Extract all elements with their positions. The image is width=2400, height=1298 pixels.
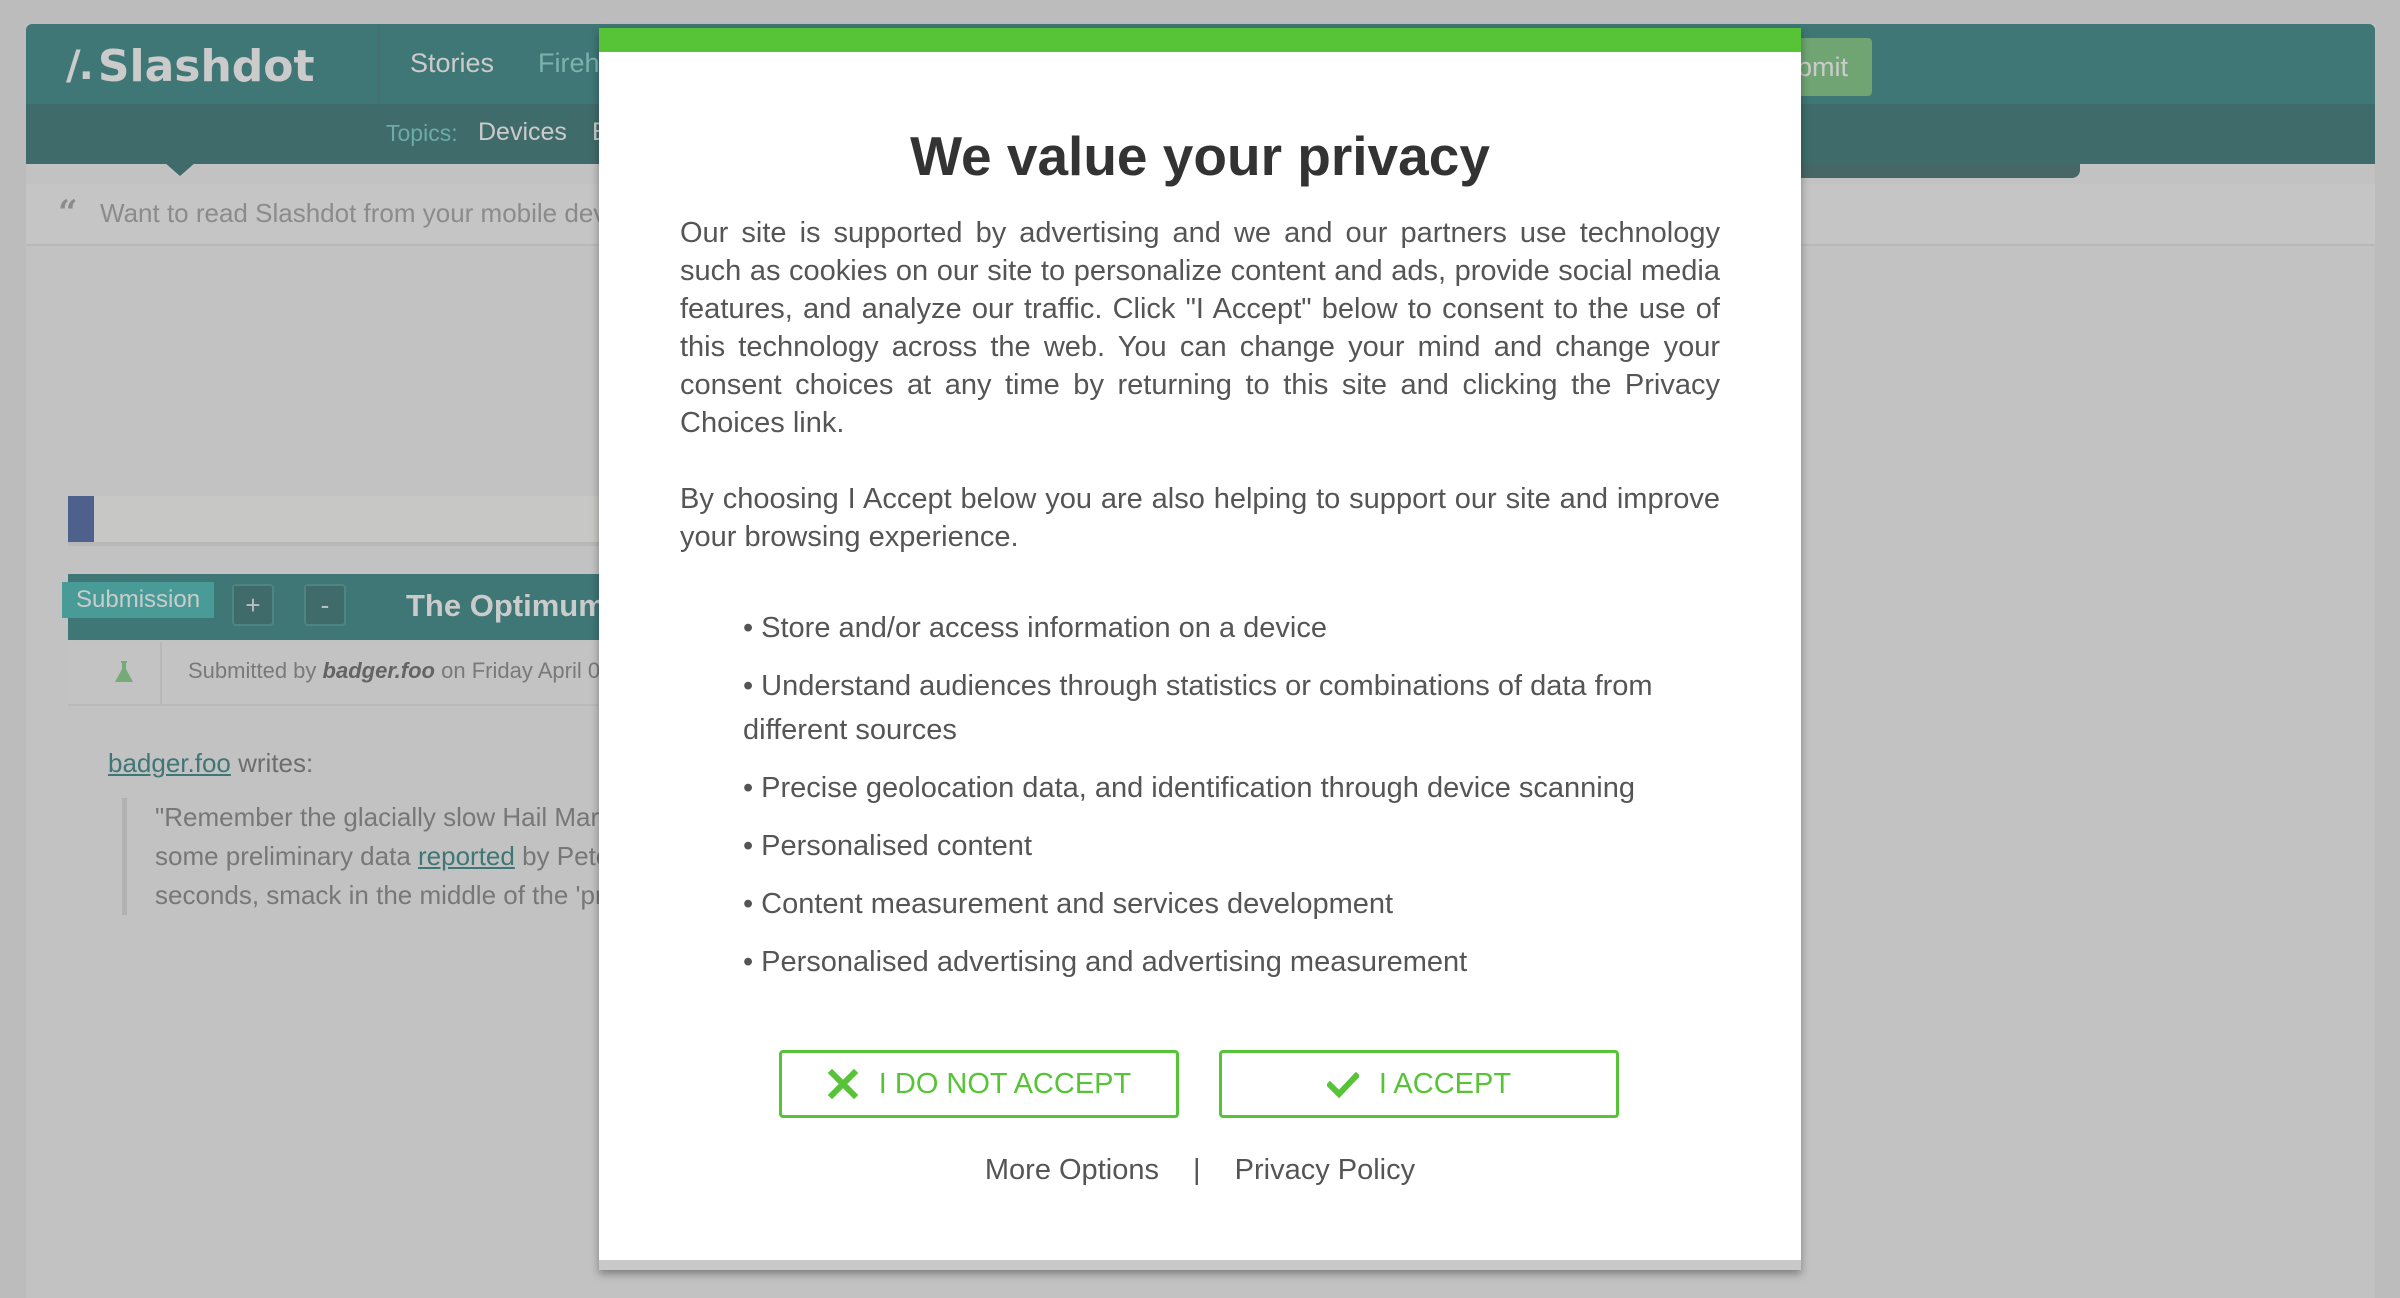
consent-paragraph: Our site is supported by advertising and… (680, 217, 1720, 439)
link-separator: | (1193, 1154, 1201, 1186)
dialog-footer: More Options | Privacy Policy (599, 1154, 1801, 1187)
reject-button[interactable]: I DO NOT ACCEPT (779, 1050, 1179, 1118)
accept-label: I ACCEPT (1378, 1067, 1512, 1100)
consent-paragraph: By choosing I Accept below you are also … (680, 483, 1720, 553)
purpose-item: • Understand audiences through statistics… (743, 670, 1653, 746)
privacy-consent-dialog: We value your privacy Our site is suppor… (599, 28, 1801, 1270)
checkmark-icon (1326, 1071, 1359, 1099)
privacy-policy-link[interactable]: Privacy Policy (1235, 1154, 1416, 1186)
purpose-item: • Precise geolocation data, and identific… (743, 772, 1635, 804)
more-options-link[interactable]: More Options (985, 1154, 1159, 1186)
close-icon (827, 1068, 859, 1100)
dialog-body: Our site is supported by advertising and… (680, 214, 1720, 556)
dialog-title: We value your privacy (910, 125, 1490, 187)
purpose-item: • Content measurement and services develo… (743, 888, 1394, 920)
accept-button[interactable]: I ACCEPT (1219, 1050, 1619, 1118)
purpose-item: • Personalised content (743, 830, 1032, 862)
purpose-list: • Store and/or access information on a de… (743, 606, 1683, 998)
purpose-item: • Store and/or access information on a de… (743, 612, 1327, 644)
reject-label: I DO NOT ACCEPT (878, 1067, 1132, 1100)
purpose-item: • Personalised advertising and advertisin… (743, 946, 1468, 978)
